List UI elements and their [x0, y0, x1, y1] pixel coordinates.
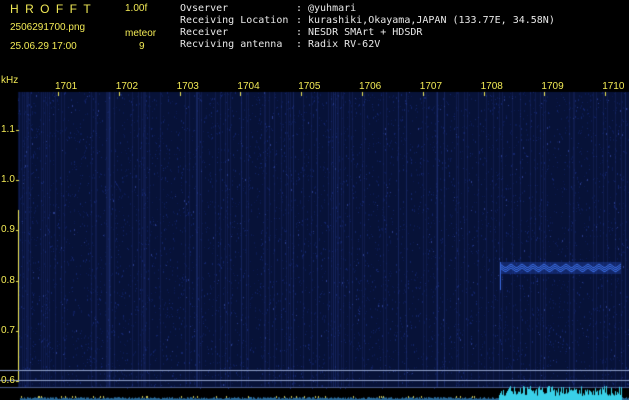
x-tick-label: 1704 [237, 81, 260, 92]
y-tick-label: 0.8 [1, 274, 15, 286]
y-tick-label: 0.6 [1, 375, 15, 386]
y-tick-label: 0.7 [1, 324, 15, 336]
x-tick-label: 1707 [419, 81, 443, 92]
hrofft-window: HROFFT 1.00f 2506291700.png meteor 25.06… [0, 0, 629, 400]
x-tick-label: 1708 [480, 81, 503, 92]
y-tick-label: 0.9 [1, 224, 15, 236]
x-tick-label: 1706 [359, 81, 382, 92]
x-tick-label: 1703 [176, 81, 199, 92]
x-tick-label: 1702 [115, 81, 139, 92]
x-tick-label: 1709 [541, 81, 564, 92]
axis-labels: 1701 1702 1703 1704 1705 1706 1707 1708 1709 1710… [0, 0, 629, 400]
x-tick-label: 1701 [55, 81, 78, 92]
y-tick-label: 1.1 [1, 124, 15, 135]
x-tick-label: 1705 [298, 81, 321, 92]
x-tick-label: 1710 [602, 81, 625, 92]
y-tick-label: 1.0 [1, 174, 15, 186]
